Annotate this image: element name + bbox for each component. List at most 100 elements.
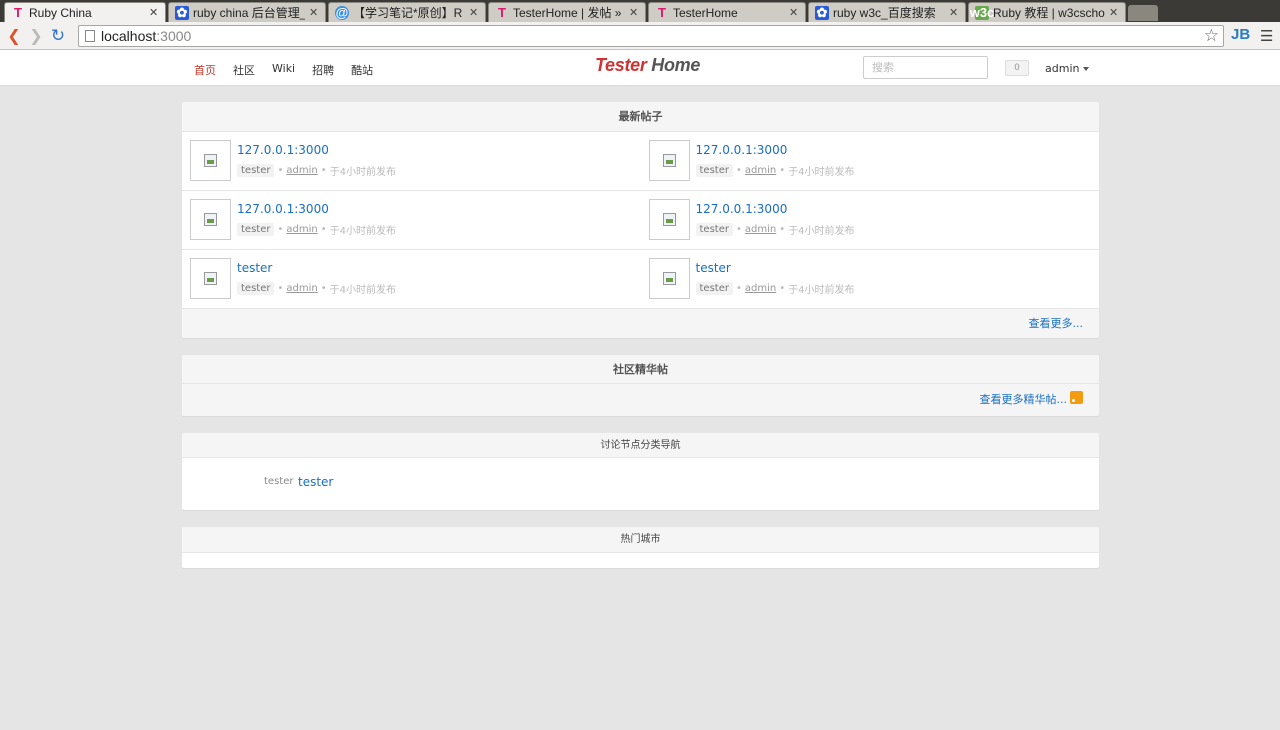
topic-time: 于4小时前发布 (788, 226, 855, 237)
node-tag[interactable]: tester (237, 223, 275, 236)
browser-toolbar: ❮ ❯ ↻ localhost:3000 ☆ JB ☰ (0, 22, 1280, 50)
tab-testerhome-post[interactable]: T TesterHome | 发帖 » ✕ (488, 2, 646, 22)
topic-time: 于4小时前发布 (788, 285, 855, 296)
close-icon[interactable]: ✕ (469, 6, 479, 19)
node-tag[interactable]: tester (695, 282, 733, 295)
author-link[interactable]: admin (286, 283, 317, 294)
nav-jobs[interactable]: 招聘 (312, 62, 334, 78)
baidu-paw-icon: ✿ (175, 4, 189, 20)
t-logo-icon: T (14, 5, 22, 20)
topic-row: 127.0.0.1:3000 tester • admin • 于4小时前发布 127.… (182, 132, 1099, 191)
panel-title: 最新帖子 (182, 102, 1099, 132)
close-icon[interactable]: ✕ (309, 6, 319, 19)
topic-title[interactable]: 127.0.0.1:3000 (696, 202, 788, 216)
topic-meta: tester • admin • 于4小时前发布 (237, 222, 396, 237)
topic-meta: tester • admin • 于4小时前发布 (695, 163, 855, 178)
excellent-topics-panel: 社区精华帖 查看更多精华帖... (182, 355, 1099, 416)
topic-time: 于4小时前发布 (788, 167, 855, 178)
close-icon[interactable]: ✕ (949, 6, 959, 19)
author-link[interactable]: admin (745, 283, 776, 294)
baidu-paw-icon: ✿ (815, 4, 829, 20)
topic-item: 127.0.0.1:3000 tester • admin • 于4小时前发布 (641, 191, 1100, 249)
star-icon[interactable]: ☆ (1204, 26, 1219, 46)
nav-wiki[interactable]: Wiki (272, 62, 295, 78)
topic-item: 127.0.0.1:3000 tester • admin • 于4小时前发布 (182, 132, 641, 190)
node-link[interactable]: tester (298, 475, 333, 489)
node-tag[interactable]: tester (695, 223, 733, 236)
address-bar[interactable]: localhost:3000 ☆ (78, 25, 1224, 47)
close-icon[interactable]: ✕ (149, 6, 159, 19)
site-logo[interactable]: Tester Home (595, 55, 700, 76)
avatar[interactable] (648, 258, 690, 299)
view-more-excellent-link[interactable]: 查看更多精华帖... (980, 393, 1068, 406)
nav-links: 首页 社区 Wiki 招聘 酷站 (194, 62, 390, 78)
author-link[interactable]: admin (745, 165, 776, 176)
node-navigation-panel: 讨论节点分类导航 tester tester (182, 433, 1099, 510)
rss-icon[interactable] (1070, 391, 1083, 404)
tab-title: Ruby China (29, 5, 92, 20)
close-icon[interactable]: ✕ (629, 6, 639, 19)
circle-icon: @ (335, 5, 349, 20)
logo-part2: Home (651, 55, 701, 75)
topic-item: tester tester • admin • 于4小时前发布 (641, 250, 1100, 308)
close-icon[interactable]: ✕ (1109, 6, 1119, 19)
topic-item: 127.0.0.1:3000 tester • admin • 于4小时前发布 (641, 132, 1100, 190)
avatar[interactable] (648, 140, 690, 181)
tab-ruby-china-admin[interactable]: ✿ ruby china 后台管理_ ✕ (168, 2, 326, 22)
site-navbar: 首页 社区 Wiki 招聘 酷站 Tester Home 0 admin (0, 50, 1280, 86)
tab-baidu-search[interactable]: ✿ ruby w3c_百度搜索 ✕ (808, 2, 966, 22)
author-link[interactable]: admin (286, 224, 317, 235)
tab-title: ruby w3c_百度搜索 (833, 6, 936, 20)
topic-item: 127.0.0.1:3000 tester • admin • 于4小时前发布 (182, 191, 641, 249)
menu-icon[interactable]: ☰ (1260, 27, 1273, 45)
view-more-link[interactable]: 查看更多... (1029, 317, 1084, 330)
tab-w3cschool[interactable]: w3c Ruby 教程 | w3cscho ✕ (968, 2, 1126, 22)
url-port: :3000 (156, 28, 192, 44)
topic-meta: tester • admin • 于4小时前发布 (237, 281, 396, 296)
latest-topics-panel: 最新帖子 127.0.0.1:3000 tester • admin • 于4小时前发布… (182, 102, 1099, 338)
broken-image-icon (662, 213, 676, 226)
forward-arrow-icon[interactable]: ❯ (25, 25, 47, 47)
topic-title[interactable]: tester (237, 261, 272, 275)
notification-badge[interactable]: 0 (1005, 60, 1029, 76)
tab-title: TesterHome (673, 5, 738, 20)
tab-title: ruby china 后台管理_ (193, 6, 305, 20)
node-tag[interactable]: tester (237, 164, 275, 177)
topic-title[interactable]: 127.0.0.1:3000 (237, 143, 329, 157)
new-tab-button[interactable] (1128, 5, 1158, 21)
caret-down-icon (1083, 67, 1090, 71)
search-input[interactable] (863, 56, 988, 79)
avatar[interactable] (190, 258, 231, 299)
avatar[interactable] (190, 199, 231, 240)
tab-title: 【学习笔记*原创】R (353, 6, 463, 20)
w3c-icon: w3c (969, 5, 995, 20)
user-menu[interactable]: admin (1045, 62, 1090, 75)
tab-testerhome[interactable]: T TesterHome ✕ (648, 2, 806, 22)
tab-title: TesterHome | 发帖 » (513, 6, 622, 20)
avatar[interactable] (190, 140, 231, 181)
broken-image-icon (662, 272, 676, 285)
author-link[interactable]: admin (286, 165, 317, 176)
topic-title[interactable]: tester (696, 261, 731, 275)
topic-title[interactable]: 127.0.0.1:3000 (696, 143, 788, 157)
panel-footer: 查看更多精华帖... (182, 384, 1099, 416)
avatar[interactable] (648, 199, 690, 240)
nav-home[interactable]: 首页 (194, 62, 216, 78)
topic-row: 127.0.0.1:3000 tester • admin • 于4小时前发布 127.… (182, 191, 1099, 250)
topic-time: 于4小时前发布 (329, 226, 396, 237)
hot-cities-panel: 热门城市 (182, 527, 1099, 568)
topic-row: tester tester • admin • 于4小时前发布 tester teste… (182, 250, 1099, 309)
topic-time: 于4小时前发布 (329, 285, 396, 296)
back-arrow-icon[interactable]: ❮ (3, 25, 25, 47)
node-tag[interactable]: tester (695, 164, 733, 177)
jb-extension-icon[interactable]: JB (1231, 26, 1250, 43)
nav-sites[interactable]: 酷站 (351, 62, 373, 78)
close-icon[interactable]: ✕ (789, 6, 799, 19)
tab-study-notes[interactable]: @ 【学习笔记*原创】R ✕ (328, 2, 486, 22)
nav-community[interactable]: 社区 (233, 62, 255, 78)
author-link[interactable]: admin (745, 224, 776, 235)
tab-ruby-china[interactable]: T Ruby China ✕ (4, 2, 166, 22)
topic-title[interactable]: 127.0.0.1:3000 (237, 202, 329, 216)
reload-icon[interactable]: ↻ (47, 25, 69, 47)
node-tag[interactable]: tester (237, 282, 275, 295)
